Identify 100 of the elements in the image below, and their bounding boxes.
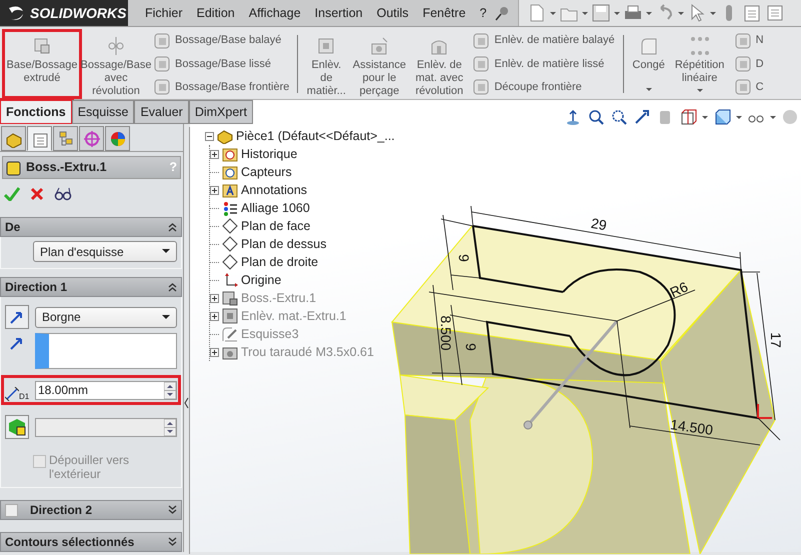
collapse-handle-icon[interactable]: [184, 397, 189, 409]
menu-item[interactable]: Fenêtre: [416, 4, 473, 22]
tree-item[interactable]: Plan de face: [241, 216, 310, 236]
section-title: Direction 2: [30, 502, 92, 519]
spinner-arrows-icon[interactable]: [164, 418, 176, 436]
expand-chevron-icon[interactable]: [168, 537, 177, 547]
command-tab[interactable]: Evaluer: [134, 100, 189, 124]
ribbon-button[interactable]: Bossage/Base frontière: [153, 78, 290, 96]
feature-title: Boss.-Extru.1: [26, 159, 107, 176]
plane-diamond-icon: [222, 218, 238, 234]
reverse-direction-button[interactable]: [5, 305, 29, 329]
tree-item[interactable]: Annotations: [241, 180, 308, 200]
tree-item[interactable]: Origine: [241, 270, 282, 290]
number-field[interactable]: [35, 418, 177, 436]
magnifier-icon[interactable]: [610, 108, 628, 126]
dimension-label[interactable]: 17: [768, 332, 784, 348]
extrude-feature-icon: [32, 36, 52, 56]
boundary-cut-icon: [472, 78, 490, 96]
tree-item[interactable]: Capteurs: [241, 162, 292, 182]
expand-icon[interactable]: [210, 294, 219, 302]
selection-list-box[interactable]: [35, 333, 177, 369]
boundary-box-icon: [153, 78, 171, 96]
close-icon[interactable]: [30, 187, 44, 201]
collapse-chevron-icon[interactable]: [168, 222, 177, 232]
section-header[interactable]: De: [0, 217, 182, 237]
loft-icon: [153, 54, 171, 73]
expand-icon[interactable]: [210, 150, 219, 158]
panel-tab[interactable]: [1, 126, 26, 151]
ribbon-button[interactable]: Bossage/Base lissé: [153, 54, 290, 73]
mirror-icon: [734, 32, 752, 50]
panel-tab[interactable]: [27, 126, 52, 151]
cube-icon: [6, 160, 22, 176]
pushpin-icon[interactable]: [494, 5, 510, 21]
ribbon-button[interactable]: Découpe frontière: [472, 78, 615, 96]
dimension-label[interactable]: 29: [590, 214, 608, 234]
clipboard-icon[interactable]: [742, 3, 762, 23]
menu-item[interactable]: Edition: [190, 4, 242, 22]
menu-item[interactable]: Fichier: [138, 4, 190, 22]
expand-icon[interactable]: [210, 186, 219, 194]
section-box-icon[interactable]: [679, 108, 697, 126]
panel-tab[interactable]: [105, 126, 130, 151]
dropdown[interactable]: Borgne: [35, 306, 177, 328]
tree-item[interactable]: Plan de dessus: [241, 234, 326, 254]
expand-icon[interactable]: [210, 348, 219, 356]
cube-icon[interactable]: [713, 108, 731, 126]
collapse-icon[interactable]: [205, 132, 214, 140]
command-tab[interactable]: DimXpert: [188, 100, 253, 124]
draft-block-icon: [8, 418, 26, 436]
ribbon-button[interactable]: C: [734, 78, 764, 96]
checkmark-icon[interactable]: [4, 187, 20, 201]
cut-block-icon: [316, 36, 336, 56]
menu-item[interactable]: Insertion: [308, 4, 370, 22]
section-header[interactable]: Direction 2: [0, 500, 182, 520]
ribbon-button[interactable]: Enlèv. de matière lissé: [472, 54, 615, 73]
section-title: De: [5, 219, 20, 236]
menu-item[interactable]: ?: [472, 4, 494, 22]
tree-item[interactable]: Plan de droite: [241, 252, 318, 272]
magnifier-icon[interactable]: [587, 108, 605, 126]
list-icon[interactable]: [764, 3, 785, 23]
command-tab[interactable]: Esquisse: [72, 100, 134, 124]
dropdown-value: Plan d'esquisse: [40, 244, 124, 260]
spinner-arrows-icon[interactable]: [164, 382, 176, 398]
tree-item[interactable]: Alliage 1060: [241, 198, 310, 218]
ribbon-button[interactable]: D: [734, 54, 764, 73]
command-tab[interactable]: Fonctions: [0, 100, 72, 124]
ribbon-button[interactable]: N: [734, 32, 764, 50]
ribbon-button[interactable]: Congé: [628, 29, 669, 99]
checkbox[interactable]: [5, 504, 18, 516]
tree-item[interactable]: Historique: [241, 144, 298, 164]
section-header[interactable]: Direction 1: [0, 277, 182, 297]
axis-arrow-icon[interactable]: [564, 108, 582, 126]
section-header[interactable]: Contours sélectionnés: [0, 532, 182, 552]
dimension-label[interactable]: 8.500: [438, 315, 454, 351]
plane-diamond-icon: [222, 254, 238, 270]
tree-item[interactable]: Pièce1 (Défaut<<Défaut>_...: [236, 126, 395, 146]
glasses-icon[interactable]: [54, 187, 72, 201]
ribbon-button[interactable]: Bossage/Base balayé: [153, 32, 290, 50]
panel-tab[interactable]: [53, 126, 78, 151]
menu-item[interactable]: Outils: [370, 4, 416, 22]
ribbon-button[interactable]: Enlèv. de matièr...: [303, 29, 350, 99]
number-field[interactable]: 18.00mm: [35, 380, 177, 400]
draft-button[interactable]: [5, 415, 29, 439]
dimension-label[interactable]: 14.500: [669, 416, 714, 438]
panel-tab[interactable]: [79, 126, 104, 151]
collapse-chevron-icon[interactable]: [168, 282, 177, 292]
expand-chevron-icon[interactable]: [168, 505, 177, 515]
dimension-label[interactable]: 9: [463, 343, 479, 351]
dimension-label[interactable]: 9: [456, 254, 472, 262]
ribbon-button[interactable]: Enlèv. de mat. avec révolution: [409, 29, 470, 99]
menu-item[interactable]: Affichage: [242, 4, 308, 22]
loft-cut-icon: [472, 54, 490, 73]
pointer-tool-icon[interactable]: [633, 108, 651, 126]
ribbon-button[interactable]: Enlèv. de matière balayé: [472, 32, 615, 50]
expand-icon[interactable]: [210, 312, 219, 320]
ribbon-button[interactable]: Assistance pour le perçage: [349, 29, 410, 99]
section-title: Contours sélectionnés: [5, 534, 134, 551]
crosshair-target-icon: [82, 130, 100, 148]
dimension-label[interactable]: R6: [667, 278, 690, 300]
dropdown[interactable]: Plan d'esquisse: [33, 241, 177, 262]
ribbon-button[interactable]: Répétition linéaire: [668, 29, 731, 99]
